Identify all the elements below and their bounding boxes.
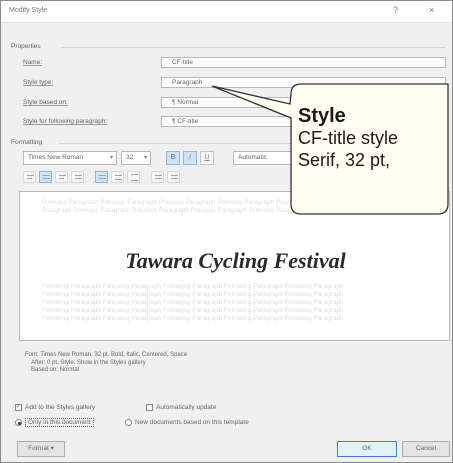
following-paragraph-line: Following Paragraph Following Paragraph …: [42, 300, 344, 306]
font-color-value: Automatic: [238, 154, 267, 161]
modify-style-dialog: Modify Style ? × Properties Name: CF-tit…: [0, 0, 453, 463]
align-right-icon[interactable]: [55, 171, 68, 183]
auto-update-checkbox[interactable]: Automatically update: [146, 404, 216, 411]
callout-text: Style CF-title style Serif, 32 pt,: [298, 105, 453, 171]
italic-icon: I: [189, 154, 191, 161]
font-value: Times New Roman: [28, 154, 84, 161]
ok-button[interactable]: OK: [337, 441, 397, 457]
double-spacing-icon[interactable]: [127, 171, 140, 183]
description-line: Based on: Normal: [31, 367, 80, 373]
dialog-title: Modify Style: [9, 7, 48, 14]
underline-icon: U: [204, 154, 210, 161]
new-documents-label: New documents based on this template: [135, 419, 249, 427]
callout-line: Serif, 32 pt,: [298, 150, 391, 170]
radio-unselected-icon: [125, 419, 132, 426]
style-type-label: Style type:: [23, 79, 54, 86]
help-button[interactable]: ?: [393, 5, 398, 15]
auto-update-label: Automatically update: [156, 404, 217, 412]
checkbox-unchecked-icon: [146, 404, 153, 411]
style-type-dropdown[interactable]: Paragraph: [161, 77, 446, 88]
name-label: Name:: [23, 59, 43, 66]
description-line: After: 0 pt, Style: Show in the Styles g…: [31, 359, 146, 366]
format-button[interactable]: Format ▾: [17, 441, 65, 457]
name-input[interactable]: CF-title: [161, 57, 446, 68]
title-bar: Modify Style ? ×: [1, 1, 452, 23]
following-paragraph-line: Following Paragraph Following Paragraph …: [42, 292, 344, 298]
formatting-section-label: Formatting: [11, 139, 43, 146]
checkbox-checked-icon: ✓: [15, 404, 22, 411]
space-after-icon[interactable]: [167, 171, 180, 183]
preview-title: Tawara Cycling Festival: [125, 248, 346, 273]
callout-title: Style: [298, 105, 346, 127]
properties-section-label: Properties: [11, 43, 41, 50]
only-this-document-radio[interactable]: Only in this document: [15, 418, 94, 428]
following-paragraph-line: Following Paragraph Following Paragraph …: [42, 284, 344, 290]
add-to-gallery-label: Add to the Styles gallery: [25, 404, 96, 412]
new-documents-radio[interactable]: New documents based on this template: [125, 419, 249, 426]
cancel-button[interactable]: Cancel: [402, 441, 450, 457]
chevron-down-icon: ▾: [143, 155, 147, 161]
style-based-on-value: ¶ Normal: [172, 99, 199, 106]
underline-button[interactable]: U: [200, 151, 214, 165]
following-paragraph-line: Following Paragraph Following Paragraph …: [42, 316, 344, 322]
one-half-spacing-icon[interactable]: [111, 171, 124, 183]
properties-divider: [61, 47, 446, 48]
following-paragraph-value: ¶ CF-title: [172, 118, 199, 125]
style-description: Font: Times New Roman, 32 pt, Bold, Ital…: [25, 352, 325, 375]
italic-button[interactable]: I: [183, 151, 197, 165]
justify-icon[interactable]: [71, 171, 84, 183]
close-button[interactable]: ×: [429, 5, 434, 15]
style-based-on-label: Style based on:: [23, 99, 68, 106]
style-type-value: Paragraph: [172, 79, 203, 86]
font-color-dropdown[interactable]: Automatic: [233, 151, 293, 165]
space-before-icon[interactable]: [151, 171, 164, 183]
add-to-gallery-checkbox[interactable]: ✓ Add to the Styles gallery: [15, 404, 95, 411]
description-line: Font: Times New Roman, 32 pt, Bold, Ital…: [25, 352, 188, 358]
single-spacing-icon[interactable]: [95, 171, 108, 183]
align-center-icon[interactable]: [39, 171, 52, 183]
previous-paragraph-line: Previous Paragraph Previous Paragraph Pr…: [42, 200, 360, 206]
font-size-dropdown[interactable]: 32 ▾: [121, 151, 151, 165]
font-size-value: 32: [126, 154, 134, 161]
following-paragraph-line: Following Paragraph Following Paragraph …: [42, 308, 344, 314]
bold-button[interactable]: B: [166, 151, 180, 165]
bold-icon: B: [170, 154, 176, 161]
only-this-document-label: Only in this document: [25, 418, 94, 428]
radio-selected-icon: [15, 419, 22, 426]
callout-line: CF-title style: [298, 128, 399, 148]
chevron-down-icon: ▾: [109, 155, 113, 161]
style-preview: Previous Paragraph Previous Paragraph Pr…: [19, 191, 450, 341]
font-dropdown[interactable]: Times New Roman ▾: [23, 151, 117, 165]
following-paragraph-label: Style for following paragraph:: [23, 118, 108, 125]
previous-paragraph-line: Paragraph Previous Paragraph Previous Pa…: [42, 208, 306, 214]
align-left-icon[interactable]: [23, 171, 36, 183]
